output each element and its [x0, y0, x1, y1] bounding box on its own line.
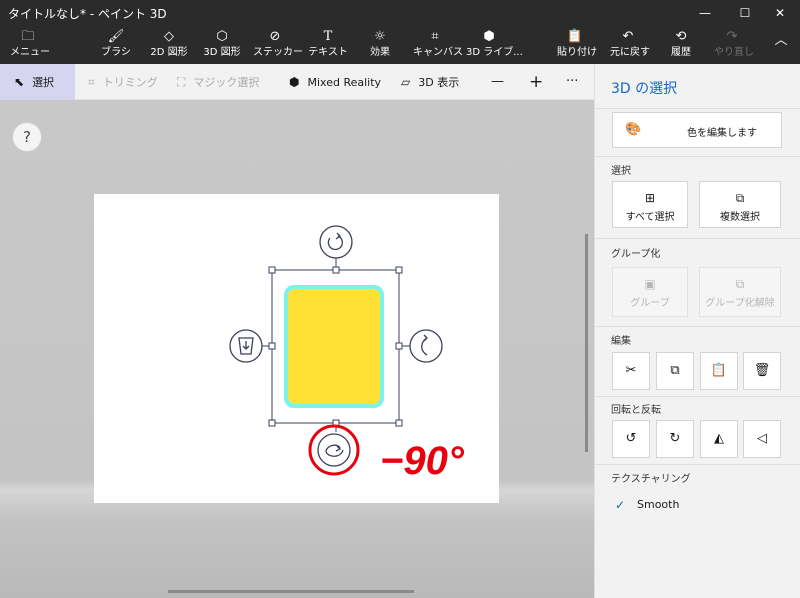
chevron-up-icon: ︿	[774, 33, 788, 48]
section-texturing-label: テクスチャリング	[611, 474, 691, 485]
stickers-button[interactable]: ⊘ ステッカー	[253, 28, 303, 62]
folder-icon: 🗀	[21, 29, 35, 44]
minimize-button[interactable]: —	[685, 0, 725, 26]
selection-overlay: −90°	[229, 225, 465, 483]
text-button[interactable]: T テキスト	[308, 28, 348, 62]
multi-select-icon: ⧉	[735, 191, 745, 205]
rotate-left-button[interactable]: ↺	[612, 420, 650, 458]
shapes-3d-button[interactable]: ⬡ 3D 図形	[201, 28, 243, 62]
paste-button[interactable]: 📋 貼り付け	[557, 28, 597, 62]
group-icon: ▣	[644, 277, 656, 291]
panel-divider	[595, 156, 800, 157]
shapes-2d-button[interactable]: ◇ 2D 図形	[148, 28, 190, 62]
zoom-in-button[interactable]: +	[529, 64, 543, 100]
history-icon: ⟲	[675, 29, 687, 44]
ungroup-button[interactable]: ⧉ グループ化解除	[699, 267, 781, 317]
zoom-out-button[interactable]: —	[491, 64, 504, 100]
panel-divider	[595, 326, 800, 327]
section-select-label: 選択	[611, 166, 631, 177]
trim-tool-button[interactable]: ⌗ トリミング	[88, 64, 158, 100]
sticker-icon: ⊘	[269, 29, 281, 44]
flip-vertical-icon: ◁	[757, 431, 767, 446]
copy-icon: ⧉	[670, 363, 680, 378]
scissors-icon: ✂	[625, 363, 637, 378]
panel-divider	[595, 108, 800, 109]
panel-title: 3D の選択	[611, 81, 678, 97]
brushes-button[interactable]: 🖌 ブラシ	[98, 28, 134, 62]
rotate-x-handle[interactable]	[317, 433, 351, 467]
text-icon: T	[323, 29, 333, 44]
canvas-button[interactable]: ⌗ キャンバス	[413, 28, 463, 62]
edit-color-button[interactable]: 🎨 色を編集します	[612, 112, 782, 148]
mixed-reality-button[interactable]: ⬢ Mixed Reality	[289, 64, 381, 100]
collapse-ribbon-button[interactable]: ︿	[770, 32, 792, 66]
palette-icon: 🎨	[625, 122, 642, 137]
view-3d-icon: ▱	[401, 75, 411, 89]
rotate-right-icon: ↻	[669, 431, 681, 446]
rotate-z-handle[interactable]	[319, 225, 353, 259]
menu-button[interactable]: 🗀 メニュー	[10, 28, 50, 62]
main-toolbar: 🗀 メニュー 🖌 ブラシ ◇ 2D 図形 ⬡ 3D 図形 ⊘ ステッカー T テ…	[0, 26, 800, 64]
section-edit-label: 編集	[611, 336, 631, 347]
clipboard-icon: 📋	[566, 29, 584, 44]
cube-icon: ⬡	[216, 29, 228, 44]
section-group-label: グループ化	[611, 249, 661, 260]
rotate-y-handle[interactable]	[409, 329, 443, 363]
crop-icon: ⌗	[88, 75, 95, 89]
effects-button[interactable]: ☼ 効果	[365, 28, 395, 62]
push-depth-handle[interactable]	[229, 329, 263, 363]
canvas-workspace[interactable]: ? −90°	[0, 100, 594, 598]
panel-divider	[595, 464, 800, 465]
ungroup-icon: ⧉	[735, 277, 745, 291]
cursor-arrow-icon: ⬉	[14, 75, 25, 89]
group-button[interactable]: ▣ グループ	[612, 267, 688, 317]
library-3d-button[interactable]: ⬢ 3D ライブ...	[466, 28, 523, 62]
copy-button[interactable]: ⧉	[656, 352, 694, 390]
panel-divider	[595, 396, 800, 397]
rotate-right-button[interactable]: ↻	[656, 420, 694, 458]
magic-select-button[interactable]: ⛶ マジック選択	[177, 64, 259, 100]
sun-icon: ☼	[374, 29, 386, 44]
paste-panel-button[interactable]: 📋	[700, 352, 738, 390]
close-button[interactable]: ✕	[760, 0, 800, 26]
window-title: タイトルなし* - ペイント 3D	[8, 7, 167, 21]
library-cube-icon: ⬢	[483, 29, 495, 44]
title-bar: タイトルなし* - ペイント 3D — ☐ ✕	[0, 0, 800, 26]
checkmark-icon[interactable]: ✓	[615, 498, 625, 512]
cut-button[interactable]: ✂	[612, 352, 650, 390]
history-button[interactable]: ⟲ 履歴	[666, 28, 696, 62]
trash-icon: 🗑	[753, 363, 771, 378]
select-tool-button[interactable]: ⬉ 選択	[0, 64, 75, 100]
shapes-2d-icon: ◇	[164, 29, 174, 44]
properties-panel: 3D の選択 🎨 色を編集します 選択 ⊞ すべて選択 ⧉ 複数選択 グループ化…	[594, 64, 800, 598]
multi-select-button[interactable]: ⧉ 複数選択	[699, 181, 781, 228]
flip-vertical-button[interactable]: ◁	[743, 420, 781, 458]
undo-icon: ↶	[622, 29, 634, 44]
select-all-icon: ⊞	[644, 191, 656, 205]
flip-horizontal-button[interactable]: ◭	[700, 420, 738, 458]
annotation-label: −90°	[380, 439, 465, 483]
mixed-reality-icon: ⬢	[289, 75, 300, 89]
selected-3d-shape[interactable]	[288, 289, 380, 404]
redo-button[interactable]: ↷ やり直し	[714, 28, 754, 62]
flip-horizontal-icon: ◭	[714, 431, 724, 446]
magic-select-icon: ⛶	[177, 75, 186, 89]
view-3d-button[interactable]: ▱ 3D 表示	[401, 64, 459, 100]
rotate-left-icon: ↺	[625, 431, 637, 446]
panel-divider	[595, 238, 800, 239]
undo-button[interactable]: ↶ 元に戻す	[610, 28, 650, 62]
paste-icon: 📋	[710, 363, 728, 378]
context-toolbar: ⬉ 選択 ⌗ トリミング ⛶ マジック選択 ⬢ Mixed Reality ▱ 3D 表示…	[0, 64, 594, 100]
canvas-crop-icon: ⌗	[431, 29, 439, 44]
maximize-button[interactable]: ☐	[725, 0, 765, 26]
smooth-checkbox-label[interactable]: Smooth	[637, 498, 679, 511]
redo-icon: ↷	[726, 29, 738, 44]
brush-icon: 🖌	[107, 29, 125, 44]
delete-button[interactable]: 🗑	[743, 352, 781, 390]
select-all-button[interactable]: ⊞ すべて選択	[612, 181, 688, 228]
more-options-button[interactable]: ···	[566, 64, 578, 100]
section-rotate-flip-label: 回転と反転	[611, 405, 661, 416]
